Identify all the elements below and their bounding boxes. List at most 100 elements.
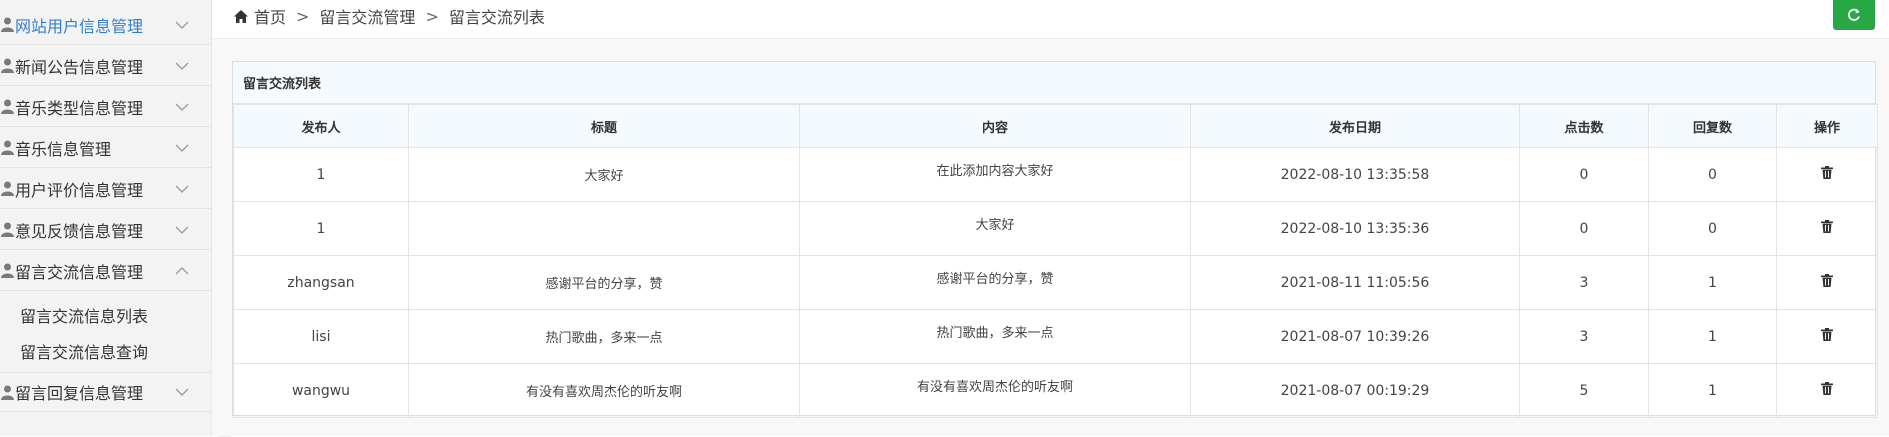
breadcrumb-section-link[interactable]: 留言交流管理 [319,4,415,28]
chevron-down-icon [175,185,189,193]
cell-date: 2022-08-10 13:35:36 [1190,201,1520,256]
cell-content: 感谢平台的分享，赞 [799,255,1191,310]
sidebar-item-label: 用户评价信息管理 [15,180,144,200]
message-list-panel: 留言交流列表 发布人 标题 内容 发布日期 点击数 回复数 操作 1 大家好 在… [232,61,1878,418]
cell-content: 有没有喜欢周杰伦的听友啊 [799,363,1191,418]
cell-content: 大家好 [799,201,1191,256]
panel-title: 留言交流列表 [233,62,1875,104]
trash-icon[interactable] [1821,274,1833,287]
cell-replies: 1 [1648,363,1777,418]
sidebar-item-label: 音乐信息管理 [15,139,112,159]
cell-content-text: 在此添加内容大家好 [936,164,1054,179]
cell-action [1776,309,1878,364]
cell-content-text: 感谢平台的分享，赞 [936,272,1054,287]
sidebar-item-music-type[interactable]: 音乐类型信息管理 [0,87,211,127]
column-header-content[interactable]: 内容 [799,104,1191,148]
sidebar: 网站用户信息管理 新闻公告信息管理 音乐类型信息管理 音乐信息管理 用户评价信息… [0,0,212,436]
chevron-down-icon [175,21,189,29]
cell-title: 大家好 [408,147,800,202]
column-header-action: 操作 [1776,104,1878,148]
sidebar-item-label: 留言回复信息管理 [15,384,144,403]
user-icon [1,99,14,114]
column-header-date[interactable]: 发布日期 [1190,104,1520,148]
sidebar-item-label: 留言交流信息管理 [15,262,144,282]
user-icon [1,140,14,155]
breadcrumb: 首页 > 留言交流管理 > 留言交流列表 [234,4,545,28]
cell-action [1776,147,1878,202]
cell-content-text: 大家好 [975,218,1015,233]
chevron-up-icon [175,266,189,274]
message-table: 发布人 标题 内容 发布日期 点击数 回复数 操作 1 大家好 在此添加内容大家… [233,104,1878,418]
table-row: lisi 热门歌曲，多来一点 热门歌曲，多来一点 2021-08-07 10:3… [233,309,1878,364]
cell-content-text: 热门歌曲，多来一点 [936,326,1054,341]
sidebar-item-reply[interactable]: 留言回复信息管理 [0,372,211,412]
home-icon [234,9,248,23]
sidebar-item-feedback[interactable]: 意见反馈信息管理 [0,210,211,250]
cell-author: 1 [233,147,409,202]
cell-action [1776,255,1878,310]
column-header-author[interactable]: 发布人 [233,104,409,148]
chevron-down-icon [175,226,189,234]
chevron-down-icon [175,103,189,111]
cell-replies: 1 [1648,255,1777,310]
refresh-button[interactable] [1833,0,1875,30]
cell-title: 有没有喜欢周杰伦的听友啊 [408,363,800,418]
breadcrumb-separator: > [296,6,310,26]
sidebar-item-label: 新闻公告信息管理 [15,57,144,77]
user-icon [1,385,14,400]
cell-clicks: 0 [1519,201,1649,256]
table-row: wangwu 有没有喜欢周杰伦的听友啊 有没有喜欢周杰伦的听友啊 2021-08… [233,363,1878,418]
trash-icon[interactable] [1821,220,1833,233]
cell-author: wangwu [233,363,409,418]
cell-title: 热门歌曲，多来一点 [408,309,800,364]
user-icon [1,263,14,278]
sidebar-item-label: 意见反馈信息管理 [15,221,144,241]
cell-author: lisi [233,309,409,364]
cell-action [1776,201,1878,256]
sidebar-item-news[interactable]: 新闻公告信息管理 [0,46,211,86]
user-icon [1,222,14,237]
sidebar-item-music[interactable]: 音乐信息管理 [0,128,211,168]
refresh-icon [1848,8,1860,21]
chevron-down-icon [175,388,189,396]
cell-clicks: 3 [1519,255,1649,310]
breadcrumb-current: 留言交流列表 [448,8,545,27]
sidebar-item-message[interactable]: 留言交流信息管理 [0,251,211,291]
cell-replies: 1 [1648,309,1777,364]
breadcrumb-separator: > [425,6,439,26]
cell-title: 感谢平台的分享，赞 [408,255,800,310]
trash-icon[interactable] [1821,328,1833,341]
cell-date: 2021-08-07 00:19:29 [1190,363,1520,418]
cell-content-text: 有没有喜欢周杰伦的听友啊 [916,380,1073,395]
sidebar-item-user-info[interactable]: 网站用户信息管理 [0,5,211,45]
topbar: 首页 > 留言交流管理 > 留言交流列表 [212,0,1889,39]
user-icon [1,58,14,73]
submenu-item-message-query[interactable]: 留言交流信息查询 [20,338,148,364]
cell-clicks: 5 [1519,363,1649,418]
chevron-down-icon [175,62,189,70]
cell-clicks: 3 [1519,309,1649,364]
column-header-replies[interactable]: 回复数 [1648,104,1777,148]
column-header-clicks[interactable]: 点击数 [1519,104,1649,148]
cell-action [1776,363,1878,418]
user-icon [1,181,14,196]
cell-author: 1 [233,201,409,256]
cell-date: 2021-08-07 10:39:26 [1190,309,1520,364]
trash-icon[interactable] [1821,166,1833,179]
cell-title [408,201,800,256]
cell-content: 热门歌曲，多来一点 [799,309,1191,364]
cell-date: 2021-08-11 11:05:56 [1190,255,1520,310]
submenu-item-message-list[interactable]: 留言交流信息列表 [20,302,148,328]
chevron-down-icon [175,144,189,152]
sidebar-item-user-review[interactable]: 用户评价信息管理 [0,169,211,209]
breadcrumb-home-link[interactable]: 首页 [254,4,286,28]
cell-replies: 0 [1648,201,1777,256]
cell-content: 在此添加内容大家好 [799,147,1191,202]
column-header-title[interactable]: 标题 [408,104,800,148]
cell-replies: 0 [1648,147,1777,202]
cell-clicks: 0 [1519,147,1649,202]
table-row: zhangsan 感谢平台的分享，赞 感谢平台的分享，赞 2021-08-11 … [233,255,1878,310]
sidebar-item-label: 网站用户信息管理 [15,16,144,36]
table-row: 1 大家好 2022-08-10 13:35:36 0 0 [233,201,1878,256]
trash-icon[interactable] [1821,382,1833,395]
